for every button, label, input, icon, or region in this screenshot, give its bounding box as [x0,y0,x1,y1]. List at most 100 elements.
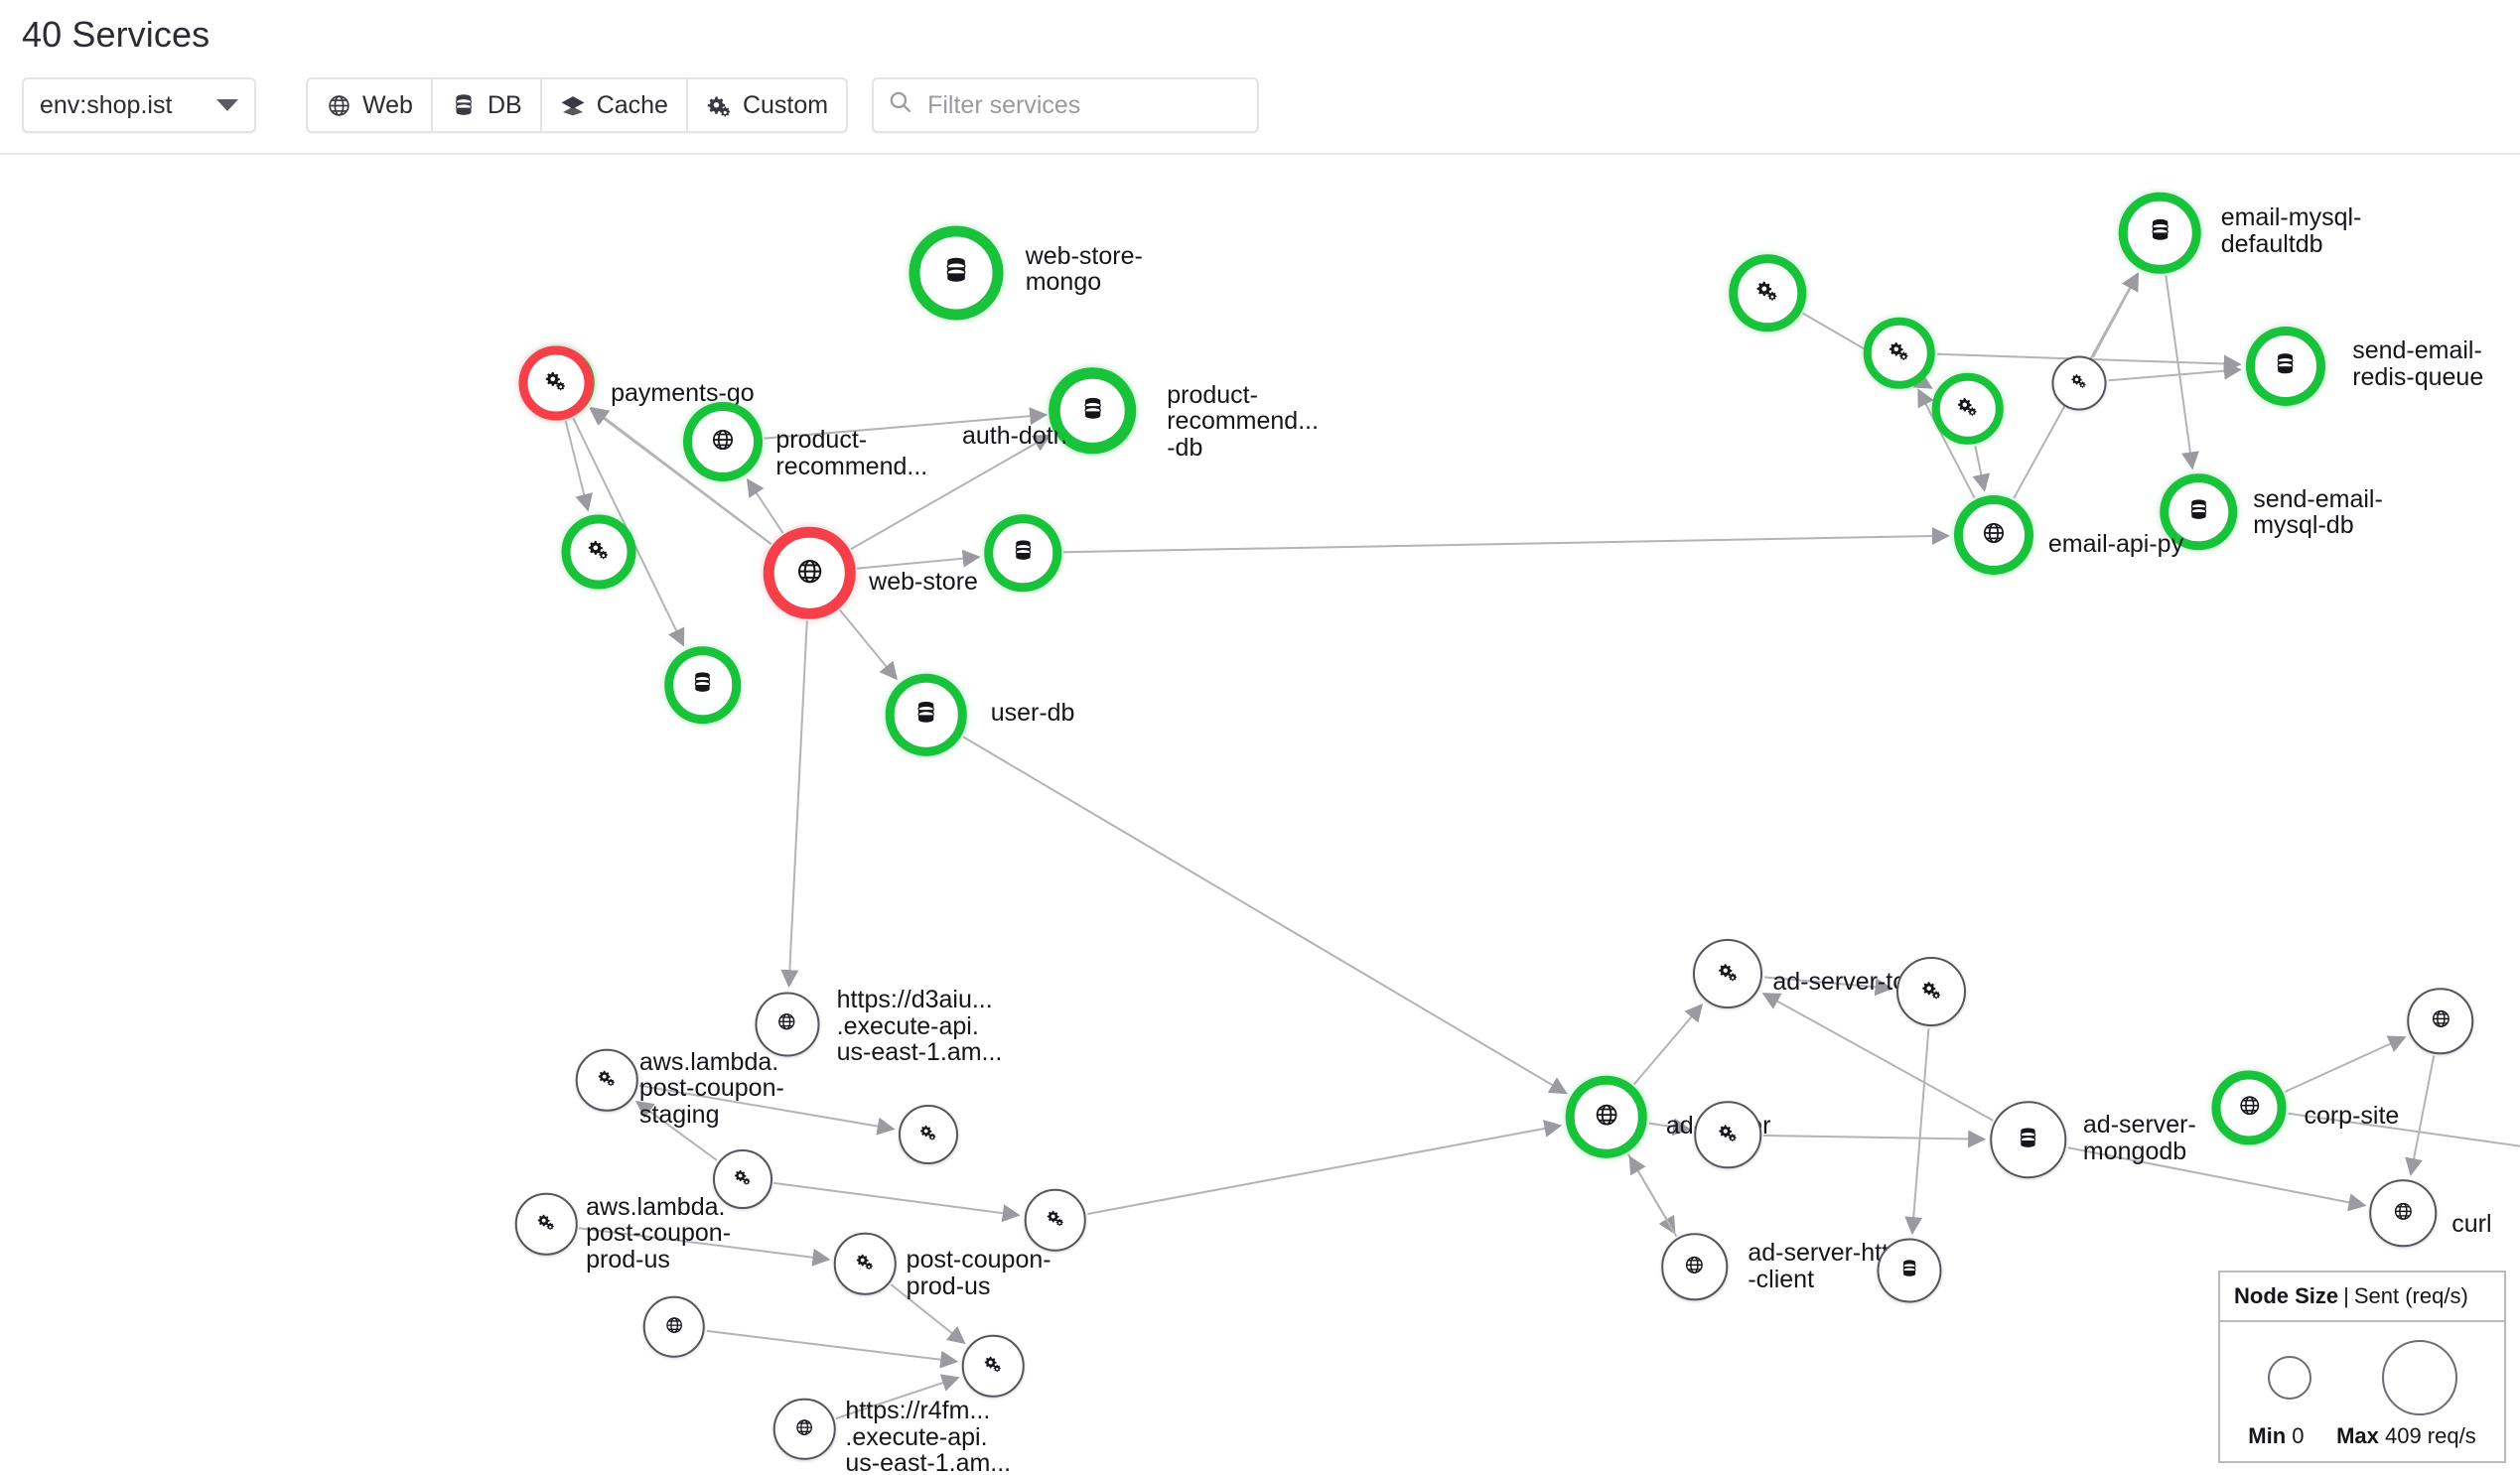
service-node-coupon-gears-a[interactable] [899,1105,958,1164]
gears-icon [537,1213,556,1236]
legend-body: Min 0 Max 409 req/s [2220,1322,2504,1461]
legend-circles [2232,1338,2492,1417]
database-icon [915,701,937,730]
globe-icon [2393,1201,2413,1225]
service-node-r4fm-api[interactable] [773,1398,836,1460]
service-node-post-coupon-prod-us[interactable] [834,1233,897,1295]
legend-title-metric: Sent (req/s) [2354,1283,2468,1308]
service-node-payments-go[interactable] [519,345,594,420]
service-node-corp-site[interactable] [2212,1071,2287,1145]
legend-max-value: 409 req/s [2385,1423,2476,1448]
service-node-email-api-py[interactable] [1954,495,2033,575]
service-node-email-gears3[interactable] [1931,373,2004,446]
service-node-n2[interactable] [909,225,1003,320]
service-node-curl[interactable] [2370,1179,2438,1247]
layers-icon [560,93,586,118]
gears-icon [2071,372,2088,393]
service-node-email-gears2[interactable] [1864,317,1936,389]
service-node-web-store-db[interactable] [984,514,1061,592]
service-node-user-db[interactable] [885,674,967,756]
service-node-lambda-post-coupon-staging[interactable] [576,1049,638,1112]
service-node-send-email-mysql-db[interactable] [2160,473,2237,551]
gears-icon [706,93,732,118]
legend-title-bold: Node Size [2234,1283,2338,1308]
service-node-ad-server-tcp-a[interactable] [1693,939,1762,1008]
service-edge [2093,274,2138,357]
service-node-ad-server-http-client[interactable] [1661,1234,1729,1301]
globe-icon [795,557,823,589]
service-node-corp-globe[interactable] [2407,988,2474,1055]
service-node-email-mysql-defaultdb[interactable] [2119,192,2201,274]
service-node-coupon-gears-c[interactable] [1024,1189,1086,1252]
node-size-legend: Node Size|Sent (req/s) Min 0 Max 409 req… [2218,1271,2506,1463]
gears-icon [1046,1209,1064,1232]
service-node-ad-server-db2[interactable] [1877,1239,1941,1303]
filter-label-cache: Cache [597,91,668,120]
service-node-product-recommendation[interactable] [683,402,763,481]
gears-icon [1718,962,1739,987]
gears-icon [1889,340,1910,366]
gears-icon [734,1168,752,1190]
service-node-lambda-post-coupon-prod-us[interactable] [515,1193,578,1256]
chevron-down-icon [216,99,238,111]
service-edge [840,609,897,678]
service-edge [1630,1157,1677,1237]
service-node-d3aiu-api[interactable] [755,992,819,1056]
globe-icon [326,93,351,118]
service-node-web-store[interactable] [764,527,856,619]
service-node-email-ingress[interactable] [1730,254,1807,332]
service-edge [639,1086,894,1130]
service-node-r4fm-gears[interactable] [962,1335,1025,1398]
service-edge [836,1378,958,1418]
filter-button-cache[interactable]: Cache [541,77,687,133]
globe-icon [711,428,735,456]
search-box[interactable] [872,77,1259,133]
service-node-ad-server[interactable] [1566,1076,1648,1158]
database-icon [2275,352,2296,380]
service-node-ad-server-tcp-b[interactable] [1896,957,1966,1026]
env-select[interactable]: env:shop.ist [22,77,256,133]
database-icon [2188,498,2208,525]
service-edge [566,421,588,510]
gears-icon [1718,1123,1738,1146]
service-edge [1763,1136,1984,1140]
database-icon [2019,1127,2038,1153]
gears-icon [587,539,610,566]
service-node-left-gears[interactable] [561,515,635,590]
service-node-send-email-redis-queue[interactable] [2246,327,2325,406]
legend-labels: Min 0 Max 409 req/s [2232,1423,2492,1449]
service-node-coupon-globe[interactable] [643,1296,706,1359]
globe-icon [795,1417,814,1440]
globe-icon [2431,1008,2450,1032]
filter-label-custom: Custom [743,91,828,120]
service-edge [1063,536,1948,553]
legend-min-value: 0 [2292,1423,2304,1448]
filter-button-db[interactable]: DB [432,77,541,133]
globe-icon [777,1012,797,1036]
globe-icon [2238,1095,2261,1122]
service-node-product-recommendation-db[interactable] [1051,370,1134,453]
service-node-coupon-gears-b[interactable] [713,1149,772,1209]
service-map-canvas[interactable]: web-store- mongo payments-go product- re… [0,155,2520,1475]
service-edge [1649,1124,1689,1130]
gears-icon [1921,980,1942,1005]
page-header: 40 Services env:shop.ist Web [0,0,2520,155]
service-edge [765,415,1047,439]
database-icon [1013,539,1033,566]
filter-button-web[interactable]: Web [306,77,432,133]
service-node-ad-server-tcp-src[interactable] [1695,1102,1762,1169]
service-edge [1634,1005,1702,1084]
filter-button-custom[interactable]: Custom [687,77,848,133]
database-icon [692,671,712,698]
search-input[interactable] [925,90,1223,121]
service-edge [579,1228,828,1260]
service-edge [773,1183,1018,1215]
service-node-ad-server-mongodb[interactable] [1990,1102,2067,1179]
service-node-left-db[interactable] [664,646,742,724]
gears-icon [1756,279,1779,306]
gears-icon [545,369,568,396]
service-node-email-small-gears[interactable] [2052,355,2107,410]
service-edge [1912,1028,1928,1233]
legend-title: Node Size|Sent (req/s) [2220,1273,2504,1322]
toolbar: env:shop.ist Web [22,77,1259,133]
